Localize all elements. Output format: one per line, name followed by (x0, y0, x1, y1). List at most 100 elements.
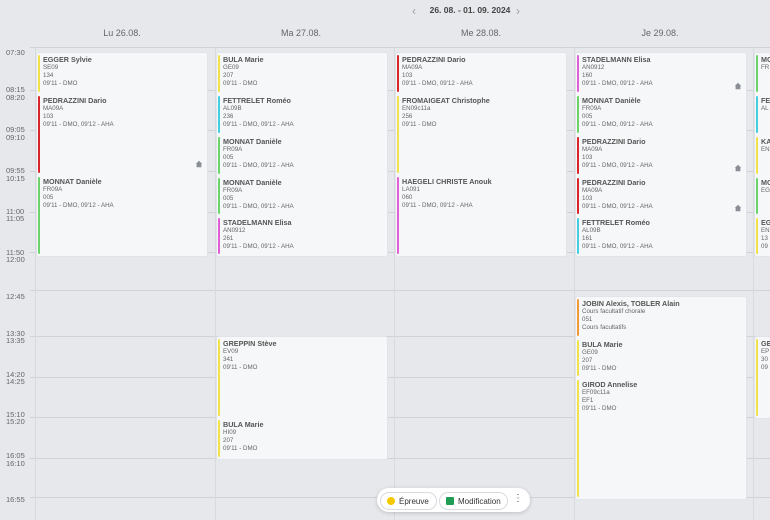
lesson-card[interactable]: BULA Marie GE09 207 09'11 - DMO (217, 53, 387, 94)
lesson-card[interactable]: GIROD Annelise EF09c11a EF1 09'11 - DMO (576, 378, 746, 499)
lesson-card[interactable]: KA EN (755, 135, 770, 176)
teacher-name: MONNAT Danièle (223, 137, 282, 146)
groups: 09'11 - DMO, 09'12 - AHA (582, 203, 653, 211)
class-code: EN (761, 146, 770, 153)
lesson-color-bar (577, 340, 579, 376)
lesson-card[interactable]: MO FR (755, 53, 770, 94)
day-column-wednesday: PEDRAZZINI Dario MA09A 103 09'11 - DMO, … (396, 53, 566, 256)
lesson-card[interactable]: PEDRAZZINI Dario MA09A 103 09'11 - DMO, … (37, 94, 207, 175)
lesson-card[interactable]: MONNAT Danièle FR09A 005 09'11 - DMO, 09… (37, 175, 207, 256)
groups: 09'11 - DMO (223, 445, 258, 453)
room: 103 (402, 72, 413, 80)
room: 207 (582, 357, 593, 365)
class-code: GE09 (223, 64, 239, 71)
class-code: LA091 (402, 186, 420, 193)
lesson-card[interactable]: STADELMANN Elisa AN0912 160 09'11 - DMO,… (576, 53, 746, 94)
class-code: MA09A (402, 64, 423, 71)
lesson-card[interactable]: MONNAT Danièle FR09A 005 09'11 - DMO, 09… (217, 135, 387, 176)
time-label: 10:15 (6, 174, 25, 183)
lesson-card[interactable]: PEDRAZZINI Dario MA09A 103 09'11 - DMO, … (576, 135, 746, 176)
lesson-card[interactable]: HAEGELI CHRISTE Anouk LA091 060 09'11 - … (396, 175, 566, 256)
chevron-left-icon[interactable]: ‹ (412, 4, 416, 18)
lesson-color-bar (218, 218, 220, 254)
groups: 09'11 - DMO (582, 405, 617, 413)
room: 236 (223, 113, 234, 121)
groups: 09 (761, 364, 768, 372)
class-code: AN0912 (223, 227, 246, 234)
groups: 09'11 - DMO, 09'12 - AHA (223, 162, 294, 170)
teacher-name: GE (761, 339, 770, 348)
class-code: EV09 (223, 348, 239, 355)
room: 005 (582, 113, 593, 121)
more-vertical-icon[interactable]: ⋮ (513, 493, 523, 504)
class-code: AN0912 (582, 64, 605, 71)
lesson-color-bar (218, 55, 220, 92)
lesson-card[interactable]: GE EP 30 09 (755, 337, 770, 418)
lesson-card[interactable]: BULA Marie HI09 207 09'11 - DMO (217, 418, 387, 459)
lesson-color-bar (218, 420, 220, 457)
lesson-card[interactable]: PEDRAZZINI Dario MA09A 103 09'11 - DMO, … (396, 53, 566, 94)
lesson-color-bar (756, 55, 758, 92)
lesson-card[interactable]: MONNAT Danièle FR09A 005 09'11 - DMO, 09… (217, 176, 387, 216)
room: 005 (223, 154, 234, 162)
groups: 09'11 - DMO, 09'12 - AHA (402, 202, 473, 210)
room: EF1 (582, 397, 594, 405)
teacher-name: STADELMANN Elisa (582, 55, 651, 64)
teacher-name: MO (761, 55, 770, 64)
modification-square-icon (446, 497, 454, 505)
lesson-card[interactable]: FROMAIGEAT Christophe EN09c11a 256 09'11… (396, 94, 566, 175)
lesson-card[interactable]: BULA Marie GE09 207 09'11 - DMO (576, 338, 746, 378)
class-code: MA09A (582, 146, 603, 153)
teacher-name: STADELMANN Elisa (223, 218, 292, 227)
lesson-card[interactable]: EGGER Sylvie SE09 134 09'11 - DMO (37, 53, 207, 94)
class-code: EN09c11a (402, 105, 431, 112)
time-label: 15:20 (6, 417, 25, 426)
lesson-card[interactable]: STADELMANN Elisa AN0912 261 09'11 - DMO,… (217, 216, 387, 256)
teacher-name: MONNAT Danièle (223, 178, 282, 187)
home-icon (195, 160, 203, 168)
week-range: 26. 08. - 01. 09. 2024 (429, 5, 511, 15)
room: 060 (402, 194, 413, 202)
teacher-name: KA (761, 137, 770, 146)
chevron-right-icon[interactable]: › (516, 4, 520, 18)
lesson-color-bar (397, 96, 399, 173)
groups: 09'11 - DMO, 09'12 - AHA (223, 203, 294, 211)
lesson-card[interactable]: JOBIN Alexis, TOBLER Alain Cours faculta… (576, 297, 746, 338)
time-label: 12:45 (6, 292, 25, 301)
class-code: EF09c11a (582, 389, 610, 396)
lesson-card[interactable]: FE AL (755, 94, 770, 135)
lesson-color-bar (218, 137, 220, 174)
class-code: EG (761, 187, 770, 194)
lesson-color-bar (397, 55, 399, 92)
groups: 09'11 - DMO, 09'12 - AHA (582, 80, 653, 88)
teacher-name: FETTRELET Roméo (223, 96, 291, 105)
day-column-thursday: STADELMANN Elisa AN0912 160 09'11 - DMO,… (576, 53, 746, 256)
lesson-color-bar (218, 178, 220, 214)
lesson-color-bar (577, 380, 579, 497)
lesson-card[interactable]: PEDRAZZINI Dario MA09A 103 09'11 - DMO, … (576, 176, 746, 216)
exam-dot-icon (387, 497, 395, 505)
room: 103 (43, 113, 54, 121)
legend-modification[interactable]: Modification (439, 492, 508, 510)
groups: 09'11 - DMO (402, 121, 437, 129)
time-label: 08:20 (6, 93, 25, 102)
class-code: AL (761, 105, 769, 112)
lesson-color-bar (577, 299, 579, 336)
week-navigation: ‹ 26. 08. - 01. 09. 2024 › (0, 0, 770, 22)
lesson-card[interactable]: GREPPIN Stève EV09 341 09'11 - DMO (217, 337, 387, 418)
lesson-card[interactable]: FETTRELET Roméo AL09B 161 09'11 - DMO, 0… (576, 216, 746, 256)
legend-exam[interactable]: Épreuve (380, 492, 437, 510)
room: 30 (761, 356, 768, 364)
lesson-card[interactable]: MONNAT Danièle FR09A 005 09'11 - DMO, 09… (576, 94, 746, 135)
lesson-card[interactable]: EG EN 13 09 (755, 216, 770, 256)
room: 261 (223, 235, 234, 243)
home-icon (734, 204, 742, 212)
class-code: MA09A (43, 105, 64, 112)
lesson-color-bar (577, 55, 579, 92)
lesson-card[interactable]: MO EG (755, 176, 770, 216)
teacher-name: BULA Marie (582, 340, 623, 349)
lesson-card[interactable]: FETTRELET Roméo AL09B 236 09'11 - DMO, 0… (217, 94, 387, 135)
class-code: FR09A (43, 186, 63, 193)
day-column-monday: EGGER Sylvie SE09 134 09'11 - DMO PEDRAZ… (37, 53, 207, 256)
class-code: FR09A (223, 146, 243, 153)
